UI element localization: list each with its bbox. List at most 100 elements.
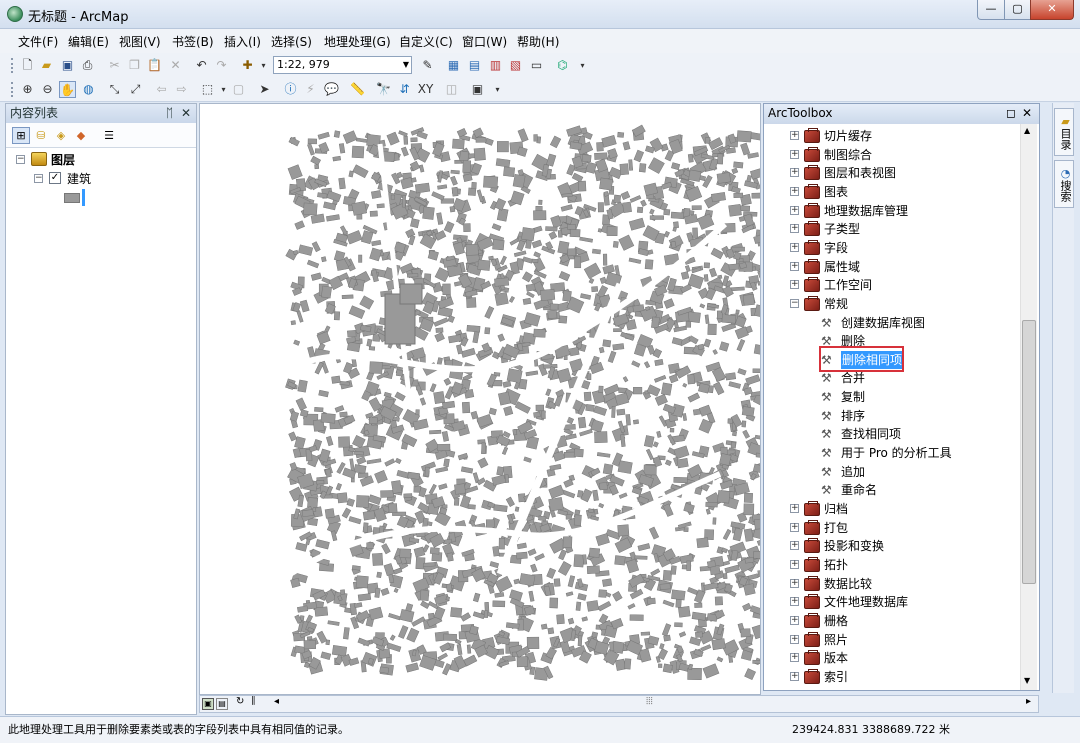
expand-icon[interactable]: + (790, 242, 799, 252)
close-button[interactable]: ✕ (1030, 0, 1074, 20)
list-by-drawing-order-icon[interactable]: ⊞ (12, 127, 30, 144)
toolset-row[interactable]: + 字段 (764, 239, 1020, 257)
expand-icon[interactable]: + (790, 634, 799, 644)
menu-help[interactable]: 帮助(H) (517, 33, 559, 50)
menu-insert[interactable]: 插入(I) (224, 33, 261, 50)
catalog-window-icon[interactable]: ▤ (466, 57, 483, 74)
paste-icon[interactable]: 📋 (146, 57, 163, 74)
scroll-down-icon[interactable]: ▼ (1024, 676, 1030, 685)
collapse-icon[interactable]: − (790, 298, 799, 308)
expand-icon[interactable]: + (790, 280, 799, 290)
expand-icon[interactable]: + (790, 205, 799, 215)
select-elements-icon[interactable]: ➤ (256, 81, 273, 98)
undo-icon[interactable]: ↶ (193, 57, 210, 74)
toolset-row[interactable]: + 栅格 (764, 612, 1020, 630)
layers-group-label[interactable]: 图层 (51, 151, 75, 168)
open-icon[interactable]: ▰ (38, 57, 55, 74)
toolbox-scrollbar[interactable]: ▲ ▼ (1020, 124, 1037, 690)
delete-icon[interactable]: ✕ (167, 57, 184, 74)
expand-icon[interactable]: + (790, 261, 799, 271)
print-icon[interactable]: ⎙ (79, 57, 96, 74)
toolset-row[interactable]: + 切片缓存 (764, 127, 1020, 145)
toolset-row[interactable]: + 索引 (764, 668, 1020, 686)
clear-selection-icon[interactable]: ▢ (230, 81, 247, 98)
save-icon[interactable]: ▣ (59, 57, 76, 74)
back-extent-icon[interactable]: ⇦ (153, 81, 170, 98)
new-document-icon[interactable]: 🗋 (19, 57, 36, 74)
layer-visibility-checkbox[interactable]: ✓ (49, 172, 61, 184)
toolset-row[interactable]: + 拓扑 (764, 556, 1020, 574)
add-data-icon[interactable]: ✚ (239, 57, 256, 74)
menu-edit[interactable]: 编辑(E) (68, 33, 109, 50)
find-route-icon[interactable]: ⇵ (396, 81, 413, 98)
toolset-row[interactable]: + 文件地理数据库 (764, 593, 1020, 611)
fixed-zoom-out-icon[interactable]: ⤢ (127, 81, 144, 98)
expand-icon[interactable]: + (790, 615, 799, 625)
toolset-row[interactable]: + 制图综合 (764, 146, 1020, 164)
refresh-icon[interactable]: ↻ (236, 696, 244, 707)
menu-file[interactable]: 文件(F) (18, 33, 58, 50)
expand-icon[interactable]: + (790, 504, 799, 513)
toolset-row[interactable]: + 照片 (764, 631, 1020, 649)
toc-close-icon[interactable]: ✕ (181, 104, 191, 122)
forward-extent-icon[interactable]: ⇨ (173, 81, 190, 98)
toolset-row[interactable]: + 数据比较 (764, 575, 1020, 593)
expand-icon[interactable]: + (790, 541, 799, 551)
expand-icon[interactable]: + (790, 597, 799, 607)
catalog-tab[interactable]: ▰目录 (1054, 108, 1074, 156)
expand-icon[interactable]: + (790, 671, 799, 681)
arctoolbox-close-icon[interactable]: ✕ (1022, 104, 1032, 123)
expand-icon[interactable]: + (790, 149, 799, 159)
expand-icon[interactable]: + (790, 578, 799, 588)
pan-icon[interactable]: ✋ (59, 81, 76, 98)
tool-row[interactable]: ⚒ 创建数据库视图 (764, 314, 1020, 332)
find-icon[interactable]: 🔭 (375, 81, 392, 98)
toolset-row[interactable]: + 图表 (764, 183, 1020, 201)
menu-view[interactable]: 视图(V) (119, 33, 161, 50)
toolbar-grip[interactable] (11, 58, 14, 73)
model-builder-icon[interactable]: ⌬ (554, 57, 571, 74)
zoom-in-icon[interactable]: ⊕ (19, 81, 36, 98)
table-window-icon[interactable]: ▦ (445, 57, 462, 74)
full-extent-icon[interactable]: ◍ (80, 81, 97, 98)
minimize-button[interactable]: — (977, 0, 1005, 20)
collapse-icon[interactable]: − (34, 174, 43, 183)
toolset-row[interactable]: + 属性域 (764, 258, 1020, 276)
python-window-icon[interactable]: ▭ (528, 57, 545, 74)
list-by-selection-icon[interactable]: ◆ (72, 127, 90, 144)
menu-selection[interactable]: 选择(S) (271, 33, 312, 50)
expand-icon[interactable]: + (790, 131, 799, 140)
scroll-grip-icon[interactable]: ⦙⦙⦙ (646, 696, 653, 707)
pause-drawing-icon[interactable]: ∥ (251, 696, 256, 706)
tool-row[interactable]: ⚒ 合并 (764, 369, 1020, 387)
menu-bookmarks[interactable]: 书签(B) (172, 33, 214, 50)
editor-toolbar-icon[interactable]: ✎ (419, 57, 436, 74)
list-by-visibility-icon[interactable]: ◈ (52, 127, 70, 144)
map-display[interactable] (199, 103, 761, 695)
maximize-button[interactable]: ▢ (1004, 0, 1031, 20)
chevron-down-icon[interactable]: ▼ (403, 57, 409, 73)
copy-icon[interactable]: ❐ (126, 57, 143, 74)
toolbar-options-icon[interactable]: ▾ (574, 57, 591, 74)
menu-geoprocessing[interactable]: 地理处理(G) (324, 33, 391, 50)
expand-icon[interactable]: + (790, 522, 799, 532)
data-view-icon[interactable]: ▣ (202, 698, 214, 710)
expand-icon[interactable]: + (790, 186, 799, 196)
toolbar-options-icon[interactable]: ▾ (489, 81, 506, 98)
layer-symbol-swatch[interactable] (64, 193, 80, 203)
search-window-icon[interactable]: ▥ (487, 57, 504, 74)
expand-icon[interactable]: + (790, 653, 799, 663)
toolset-row[interactable]: + 工作空间 (764, 276, 1020, 294)
toolset-row[interactable]: + 地理数据库管理 (764, 202, 1020, 220)
add-data-dropdown-icon[interactable]: ▾ (255, 57, 272, 74)
menu-windows[interactable]: 窗口(W) (462, 33, 507, 50)
toolset-row[interactable]: + 图层和表视图 (764, 164, 1020, 182)
search-tab[interactable]: ◔搜索 (1054, 160, 1074, 208)
scroll-up-icon[interactable]: ▲ (1024, 126, 1030, 135)
layout-view-icon[interactable]: ▤ (216, 698, 228, 710)
time-slider-icon[interactable]: ◫ (443, 81, 460, 98)
tool-row[interactable]: ⚒ 排序 (764, 407, 1020, 425)
toolset-row[interactable]: + 归档 (764, 500, 1020, 518)
measure-icon[interactable]: 📏 (349, 81, 366, 98)
toolset-row[interactable]: + 打包 (764, 519, 1020, 537)
